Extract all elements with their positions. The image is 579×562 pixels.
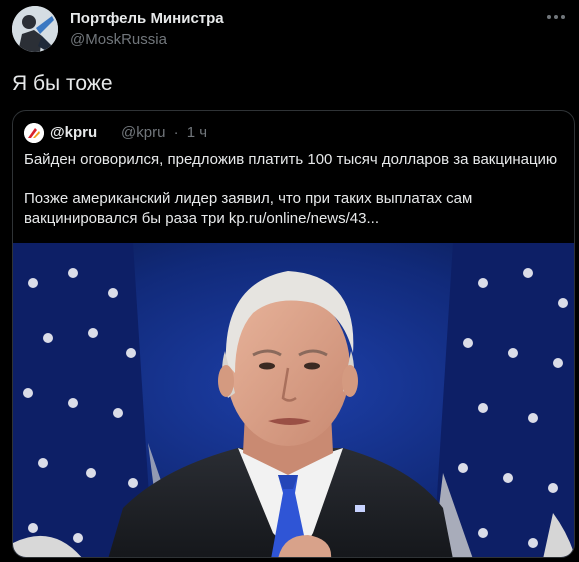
author-handle[interactable]: @MoskRussia xyxy=(70,31,167,48)
tweet-card[interactable]: Портфель Министра @MoskRussia Я бы тоже … xyxy=(0,0,579,562)
kp-logo-icon xyxy=(24,123,44,143)
quoted-handle[interactable]: @kpru xyxy=(121,124,165,141)
quoted-photo[interactable] xyxy=(13,243,574,557)
author-avatar-image xyxy=(12,6,58,52)
meta-separator: · xyxy=(173,124,179,141)
author-name[interactable]: Портфель Министра xyxy=(70,10,224,27)
quoted-tweet[interactable]: @kpru @kpru · 1 ч Байден оговорился, пре… xyxy=(12,110,575,558)
quoted-meta: @kpru · 1 ч xyxy=(121,124,211,141)
quoted-time[interactable]: 1 ч xyxy=(187,124,207,141)
quoted-avatar[interactable] xyxy=(24,123,44,143)
author-avatar[interactable] xyxy=(12,6,58,52)
more-horizontal-icon[interactable] xyxy=(545,10,567,24)
quoted-name[interactable]: @kpru xyxy=(50,124,97,141)
quoted-body: Позже американский лидер заявил, что при… xyxy=(24,190,473,227)
quoted-headline: Байден оговорился, предложив платить 100… xyxy=(24,151,558,168)
photo-illustration xyxy=(13,243,574,557)
tweet-text: Я бы тоже xyxy=(12,72,113,95)
